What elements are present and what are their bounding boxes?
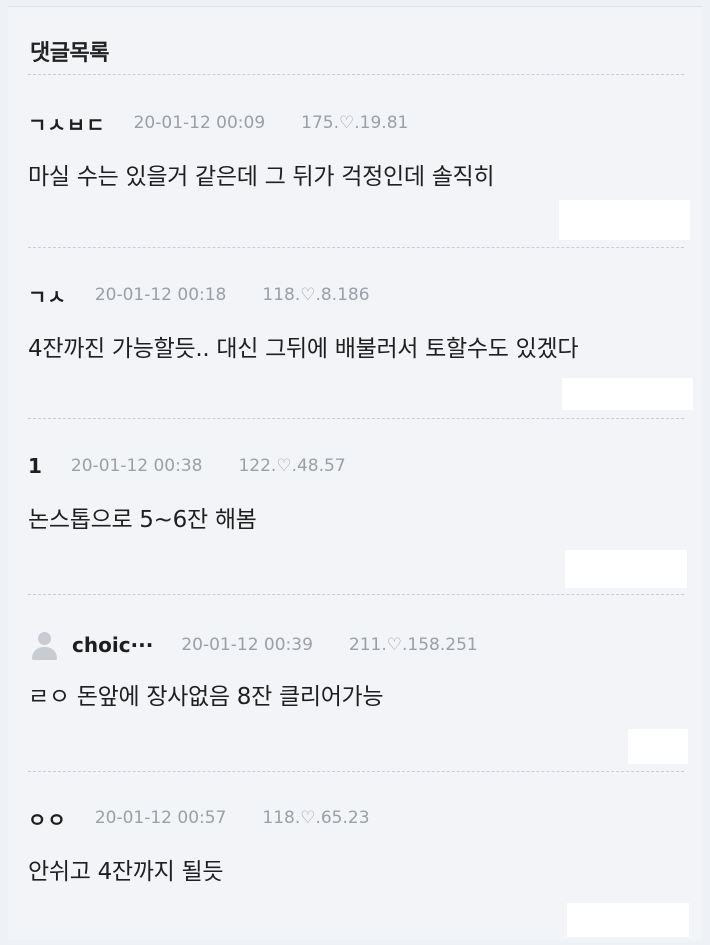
- comment-author[interactable]: 1: [28, 454, 43, 478]
- divider: [28, 418, 684, 419]
- comment-list-panel: 댓글목록 ㄱㅅㅂㄷ 20-01-12 00:09 175.♡.19.81 마실 …: [8, 6, 702, 940]
- comment-author[interactable]: choic···: [72, 633, 153, 657]
- comment-action-box[interactable]: [565, 550, 687, 588]
- comment-date: 20-01-12 00:38: [70, 456, 203, 476]
- comment-date: 20-01-12 00:39: [181, 635, 313, 655]
- comment-ip: 118.♡.8.186: [262, 285, 370, 305]
- comment-ip: 122.♡.48.57: [238, 456, 346, 476]
- comment-text: 안쉬고 4잔까지 될듯: [28, 859, 224, 885]
- divider: [28, 74, 684, 75]
- comment-meta: ㄱㅅㅂㄷ 20-01-12 00:09 175.♡.19.81: [28, 109, 409, 138]
- comment-action-box[interactable]: [562, 378, 693, 410]
- comment-action-box[interactable]: [628, 729, 688, 764]
- comment-ip: 211.♡.158.251: [348, 635, 478, 655]
- comment-date: 20-01-12 00:57: [94, 808, 227, 828]
- divider: [28, 594, 684, 595]
- comment-date: 20-01-12 00:18: [94, 285, 227, 305]
- comment-author[interactable]: ㄱㅅㅂㄷ: [28, 109, 106, 138]
- comment-ip: 175.♡.19.81: [301, 113, 409, 133]
- comment-author[interactable]: ㅇㅇ: [28, 804, 67, 833]
- comment-meta: ㅇㅇ 20-01-12 00:57 118.♡.65.23: [28, 804, 370, 833]
- comment-text: 마실 수는 있을거 같은데 그 뒤가 걱정인데 솔직히: [28, 164, 495, 190]
- comment-meta: ㄱㅅ 20-01-12 00:18 118.♡.8.186: [28, 281, 370, 310]
- comment-action-box[interactable]: [567, 903, 689, 937]
- comment-text: ㄹㅇ 돈앞에 장사없음 8잔 클리어가능: [28, 684, 384, 710]
- avatar-icon: [26, 628, 62, 662]
- comment-text: 논스톱으로 5~6잔 해봄: [28, 507, 257, 533]
- comment-ip: 118.♡.65.23: [262, 808, 370, 828]
- comment-meta: 1 20-01-12 00:38 122.♡.48.57: [28, 454, 346, 478]
- divider: [28, 771, 684, 772]
- comment-date: 20-01-12 00:09: [133, 113, 266, 133]
- section-title: 댓글목록: [30, 41, 109, 66]
- comment-text: 4잔까진 가능할듯.. 대신 그뒤에 배불러서 토할수도 있겠다: [28, 336, 579, 362]
- comment-meta: choic··· 20-01-12 00:39 211.♡.158.251: [26, 628, 478, 662]
- comment-author[interactable]: ㄱㅅ: [28, 281, 67, 310]
- comment-action-box[interactable]: [559, 200, 690, 240]
- divider: [28, 247, 684, 248]
